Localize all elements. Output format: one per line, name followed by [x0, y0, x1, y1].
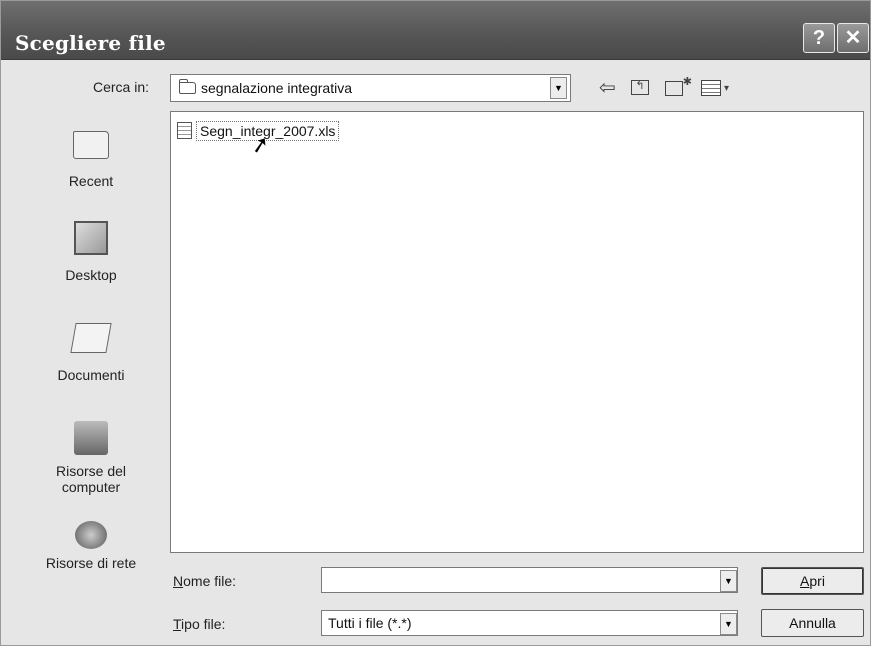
views-menu-icon[interactable]: [701, 80, 721, 96]
place-label: Risorse del computer: [55, 463, 127, 495]
file-type-select[interactable]: Tutti i file (*.*): [321, 610, 738, 636]
file-name-input[interactable]: [321, 567, 738, 593]
place-label: Desktop: [65, 267, 117, 283]
file-type-label: Tipo file:: [173, 616, 226, 632]
place-computer[interactable]: Risorse del computer: [32, 421, 150, 495]
computer-icon: [74, 421, 108, 455]
look-in-dropdown-arrow[interactable]: ▼: [550, 77, 567, 99]
file-name-label: Nome file:: [173, 573, 237, 589]
views-menu-arrow-icon[interactable]: ▾: [724, 77, 729, 101]
look-in-dropdown[interactable]: segnalazione integrativa: [170, 74, 571, 102]
close-button[interactable]: ✕: [837, 23, 869, 53]
look-in-value: segnalazione integrativa: [201, 80, 352, 96]
back-arrow-icon[interactable]: ⇦: [599, 76, 616, 100]
documents-icon: [70, 323, 112, 353]
up-folder-icon[interactable]: ↰: [631, 80, 649, 95]
file-list[interactable]: Segn_integr_2007.xls ➚: [170, 111, 864, 553]
title-bar[interactable]: Scegliere file ? ✕: [1, 1, 870, 60]
help-button[interactable]: ?: [803, 23, 835, 53]
desktop-icon: [74, 221, 108, 255]
file-open-dialog: Scegliere file ? ✕ Cerca in: segnalazion…: [0, 0, 871, 646]
folder-icon: [179, 79, 196, 94]
place-label: Risorse di rete: [45, 555, 137, 571]
place-desktop[interactable]: Desktop: [32, 221, 150, 283]
file-name-dropdown-arrow[interactable]: ▼: [720, 570, 737, 592]
place-network[interactable]: Risorse di rete: [32, 521, 150, 571]
recent-folder-icon: [73, 131, 109, 159]
place-label: Recent: [68, 173, 114, 189]
look-in-label: Cerca in:: [93, 79, 150, 95]
dialog-title: Scegliere file: [15, 31, 166, 55]
network-icon: [75, 521, 107, 549]
place-label: Documenti: [57, 367, 125, 383]
excel-file-icon: [177, 122, 192, 139]
place-recent[interactable]: Recent: [32, 131, 150, 189]
cancel-button[interactable]: Annulla: [761, 609, 864, 637]
new-folder-icon[interactable]: [665, 70, 692, 96]
open-button[interactable]: Apri: [761, 567, 864, 595]
place-documents[interactable]: Documenti: [32, 323, 150, 383]
file-type-dropdown-arrow[interactable]: ▼: [720, 613, 737, 635]
